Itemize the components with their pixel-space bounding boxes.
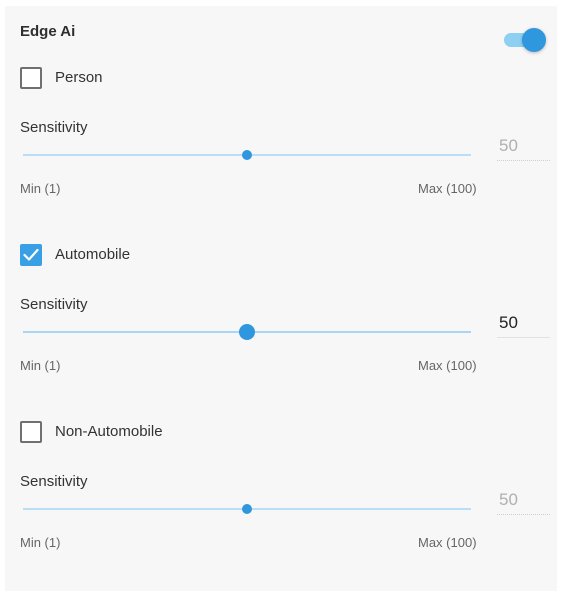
person-sensitivity-value[interactable]: 50 — [497, 133, 550, 161]
person-label: Person — [55, 69, 103, 86]
automobile-sensitivity-label: Sensitivity — [20, 296, 88, 313]
non-automobile-sensitivity-value[interactable]: 50 — [497, 487, 550, 515]
person-checkbox[interactable] — [20, 67, 42, 89]
person-section: Person Sensitivity 50 Min (1) Max (100) — [5, 67, 557, 237]
automobile-max-label: Max (100) — [418, 358, 477, 373]
automobile-min-label: Min (1) — [20, 358, 61, 373]
edge-ai-panel: Edge Ai Person Sensitivity 50 Min (1) Ma… — [5, 6, 557, 591]
non-automobile-min-label: Min (1) — [20, 535, 61, 550]
automobile-sensitivity-slider[interactable] — [23, 322, 471, 342]
non-automobile-sensitivity-label: Sensitivity — [20, 473, 88, 490]
person-max-label: Max (100) — [418, 181, 477, 196]
automobile-label: Automobile — [55, 246, 131, 263]
person-sensitivity-label: Sensitivity — [20, 119, 88, 136]
slider-thumb[interactable] — [242, 150, 252, 160]
toggle-thumb — [522, 28, 546, 52]
automobile-sensitivity-value[interactable]: 50 — [497, 310, 550, 338]
edge-ai-title: Edge Ai — [20, 23, 76, 40]
person-min-label: Min (1) — [20, 181, 61, 196]
checkmark-icon — [23, 248, 39, 261]
slider-thumb[interactable] — [239, 324, 255, 340]
non-automobile-label: Non-Automobile — [55, 423, 163, 440]
edge-ai-toggle[interactable] — [503, 19, 546, 55]
automobile-section: Automobile Sensitivity 50 Min (1) Max (1… — [5, 244, 557, 414]
non-automobile-sensitivity-slider[interactable] — [23, 499, 471, 519]
non-automobile-checkbox[interactable] — [20, 421, 42, 443]
automobile-checkbox[interactable] — [20, 244, 42, 266]
non-automobile-max-label: Max (100) — [418, 535, 477, 550]
slider-thumb[interactable] — [242, 504, 252, 514]
non-automobile-section: Non-Automobile Sensitivity 50 Min (1) Ma… — [5, 421, 557, 591]
person-sensitivity-slider[interactable] — [23, 145, 471, 165]
